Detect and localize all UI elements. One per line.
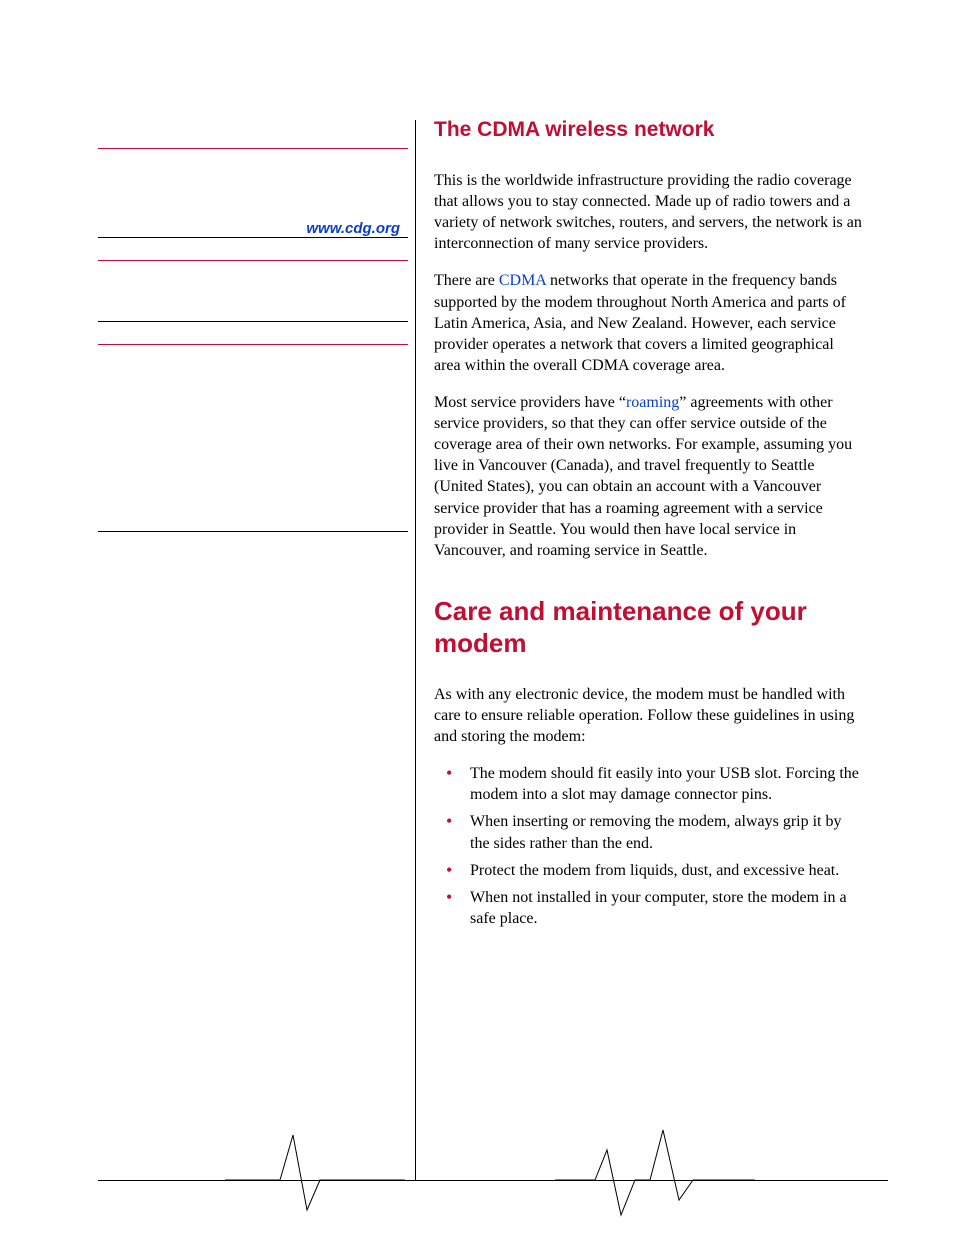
body-paragraph: There are CDMA networks that operate in … (434, 270, 864, 376)
link-cdma[interactable]: CDMA (499, 272, 546, 289)
list-item: When not installed in your computer, sto… (434, 887, 864, 929)
divider (98, 531, 408, 532)
list-item: When inserting or removing the modem, al… (434, 811, 864, 853)
text-run: ” agreements with other service provider… (434, 394, 852, 559)
text-run: Most service providers have “ (434, 394, 626, 411)
bullet-list: The modem should fit easily into your US… (434, 763, 864, 929)
sidebar: www.cdg.org (98, 120, 408, 532)
document-page: www.cdg.org The CDMA wireless network Th… (0, 0, 954, 1235)
text-run: There are (434, 272, 499, 289)
list-item: The modem should fit easily into your US… (434, 763, 864, 805)
decorative-heartbeat-left (225, 1125, 405, 1215)
sidebar-link-cdg[interactable]: www.cdg.org (98, 219, 408, 237)
section-heading: Care and maintenance of your modem (434, 595, 864, 660)
decorative-heartbeat-right (555, 1125, 755, 1225)
subsection-heading: The CDMA wireless network (434, 118, 864, 142)
vertical-divider (415, 120, 416, 1180)
list-item: Protect the modem from liquids, dust, an… (434, 860, 864, 881)
main-content: The CDMA wireless network This is the wo… (434, 118, 864, 935)
body-paragraph: This is the worldwide infrastructure pro… (434, 170, 864, 254)
link-roaming[interactable]: roaming (626, 394, 679, 411)
body-paragraph: As with any electronic device, the modem… (434, 684, 864, 747)
body-paragraph: Most service providers have “roaming” ag… (434, 392, 864, 561)
footer-divider (98, 1180, 888, 1181)
